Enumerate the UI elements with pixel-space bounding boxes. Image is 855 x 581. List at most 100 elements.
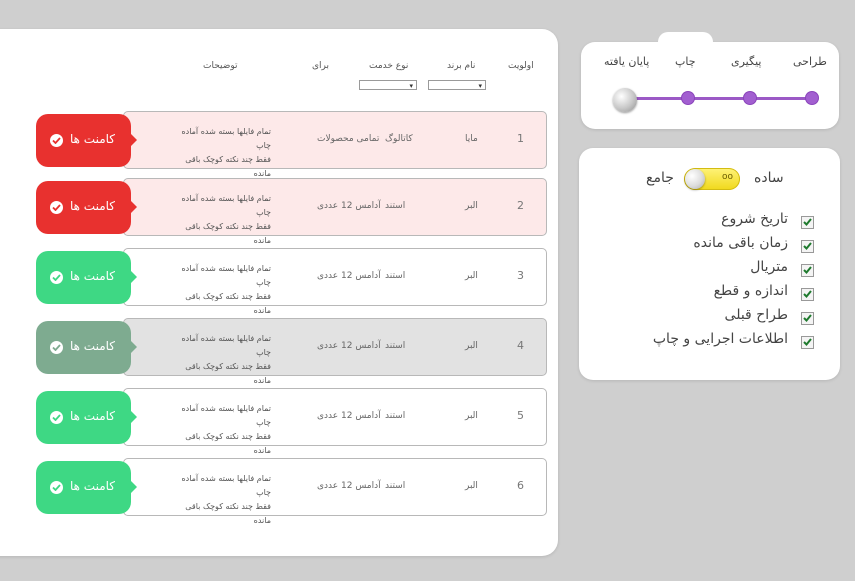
header-priority: اولویت (508, 61, 534, 71)
comments-button-label: کامنت ها (70, 132, 115, 146)
row-notes: تمام فایلها بسته شده آماده چاپ فقط چند نک… (168, 125, 271, 181)
row-note-line: فقط چند نکته کوچک باقی مانده (185, 432, 271, 455)
row-service: استند (385, 341, 406, 351)
row-note-line: تمام فایلها بسته شده آماده چاپ (181, 127, 271, 150)
view-mode-toggle[interactable]: oo (684, 168, 740, 190)
row-note-line: فقط چند نکته کوچک باقی مانده (185, 222, 271, 245)
check-circle-icon (50, 201, 63, 214)
column-option-label: زمان باقی مانده (693, 235, 788, 251)
comments-button-label: کامنت ها (70, 409, 115, 423)
chevron-down-icon: ▾ (409, 82, 413, 90)
check-circle-icon (50, 411, 63, 424)
row-service: استند (385, 481, 406, 491)
row-for: تمامی محصولات (317, 134, 380, 144)
comments-button[interactable]: کامنت ها (36, 114, 137, 167)
row-priority: 4 (517, 339, 524, 352)
stage-slider-handle[interactable] (613, 88, 637, 112)
table-row[interactable]: 6 البر استند آدامس 12 عددی تمام فایلها بسته … (123, 458, 547, 525)
row-service: استند (385, 271, 406, 281)
column-option-label: اطلاعات اجرایی و چاپ (652, 331, 788, 347)
table-row[interactable]: 5 البر استند آدامس 12 عددی تمام فایلها بسته … (123, 388, 547, 455)
stage-finished[interactable]: پایان یافته (604, 55, 649, 68)
comments-button[interactable]: کامنت ها (36, 391, 137, 444)
header-brand: نام برند (447, 61, 476, 71)
row-for: آدامس 12 عددی (317, 481, 381, 491)
row-note-line: تمام فایلها بسته شده آماده چاپ (181, 474, 271, 497)
stage-followup[interactable]: پیگیری (731, 55, 761, 68)
row-brand: البر (465, 411, 478, 421)
row-note-line: فقط چند نکته کوچک باقی مانده (185, 362, 271, 385)
chevron-down-icon: ▾ (478, 82, 482, 90)
row-brand: البر (465, 271, 478, 281)
column-option-checkbox[interactable] (801, 216, 814, 229)
row-brand: البر (465, 341, 478, 351)
row-service: کاتالوگ (385, 134, 413, 144)
stage-track (626, 97, 812, 100)
row-note-line: تمام فایلها بسته شده آماده چاپ (181, 404, 271, 427)
check-circle-icon (50, 271, 63, 284)
stage-design[interactable]: طراحی (793, 55, 827, 68)
column-option-checkbox[interactable] (801, 264, 814, 277)
row-note-line: تمام فایلها بسته شده آماده چاپ (181, 194, 271, 217)
row-for: آدامس 12 عددی (317, 201, 381, 211)
service-filter-select[interactable]: ▾ (359, 80, 417, 90)
row-priority: 6 (517, 479, 524, 492)
row-for: آدامس 12 عددی (317, 411, 381, 421)
row-notes: تمام فایلها بسته شده آماده چاپ فقط چند نک… (168, 332, 271, 388)
column-option-label: طراح قبلی (724, 307, 788, 323)
row-note-line: تمام فایلها بسته شده آماده چاپ (181, 334, 271, 357)
comments-button-label: کامنت ها (70, 339, 115, 353)
check-circle-icon (50, 134, 63, 147)
row-note-line: فقط چند نکته کوچک باقی مانده (185, 155, 271, 178)
check-circle-icon (50, 481, 63, 494)
comments-button[interactable]: کامنت ها (36, 181, 137, 234)
row-brand: البر (465, 481, 478, 491)
brand-filter-select[interactable]: ▾ (428, 80, 486, 90)
row-note-line: فقط چند نکته کوچک باقی مانده (185, 502, 271, 525)
column-option-label: اندازه و قطع (713, 283, 788, 299)
row-notes: تمام فایلها بسته شده آماده چاپ فقط چند نک… (168, 402, 271, 458)
column-option-label: تاریخ شروع (721, 211, 788, 227)
row-brand: مایا (465, 134, 478, 144)
toggle-label-simple: ساده (754, 170, 784, 186)
row-note-line: تمام فایلها بسته شده آماده چاپ (181, 264, 271, 287)
column-option-label: متریال (750, 259, 788, 275)
comments-button[interactable]: کامنت ها (36, 461, 137, 514)
row-priority: 5 (517, 409, 524, 422)
column-option-checkbox[interactable] (801, 240, 814, 253)
row-notes: تمام فایلها بسته شده آماده چاپ فقط چند نک… (168, 192, 271, 248)
row-for: آدامس 12 عددی (317, 341, 381, 351)
comments-button-label: کامنت ها (70, 479, 115, 493)
stage-dot[interactable] (806, 92, 818, 104)
column-option-checkbox[interactable] (801, 288, 814, 301)
toggle-text: oo (722, 172, 734, 182)
table-row[interactable]: 1 مایا کاتالوگ تمامی محصولات تمام فایلها بست… (123, 111, 547, 178)
row-brand: البر (465, 201, 478, 211)
stage-print[interactable]: چاپ (675, 55, 696, 68)
comments-button[interactable]: کامنت ها (36, 321, 137, 374)
toggle-label-full: جامع (646, 170, 674, 186)
stage-dot[interactable] (682, 92, 694, 104)
header-service: نوع خدمت (369, 61, 409, 71)
stage-dot[interactable] (744, 92, 756, 104)
table-row[interactable]: 2 البر استند آدامس 12 عددی تمام فایلها بسته … (123, 178, 547, 245)
comments-button-label: کامنت ها (70, 269, 115, 283)
column-option-checkbox[interactable] (801, 312, 814, 325)
table-row[interactable]: 3 البر استند آدامس 12 عددی تمام فایلها بسته … (123, 248, 547, 315)
row-for: آدامس 12 عددی (317, 271, 381, 281)
row-service: استند (385, 201, 406, 211)
row-priority: 1 (517, 132, 524, 145)
row-notes: تمام فایلها بسته شده آماده چاپ فقط چند نک… (168, 262, 271, 318)
row-notes: تمام فایلها بسته شده آماده چاپ فقط چند نک… (168, 472, 271, 528)
row-priority: 3 (517, 269, 524, 282)
table-row[interactable]: 4 البر استند آدامس 12 عددی تمام فایلها بسته … (123, 318, 547, 385)
comments-button[interactable]: کامنت ها (36, 251, 137, 304)
header-for: برای (312, 61, 330, 71)
row-priority: 2 (517, 199, 524, 212)
toggle-knob (685, 169, 705, 189)
check-circle-icon (50, 341, 63, 354)
column-option-checkbox[interactable] (801, 336, 814, 349)
comments-button-label: کامنت ها (70, 199, 115, 213)
row-note-line: فقط چند نکته کوچک باقی مانده (185, 292, 271, 315)
row-service: استند (385, 411, 406, 421)
